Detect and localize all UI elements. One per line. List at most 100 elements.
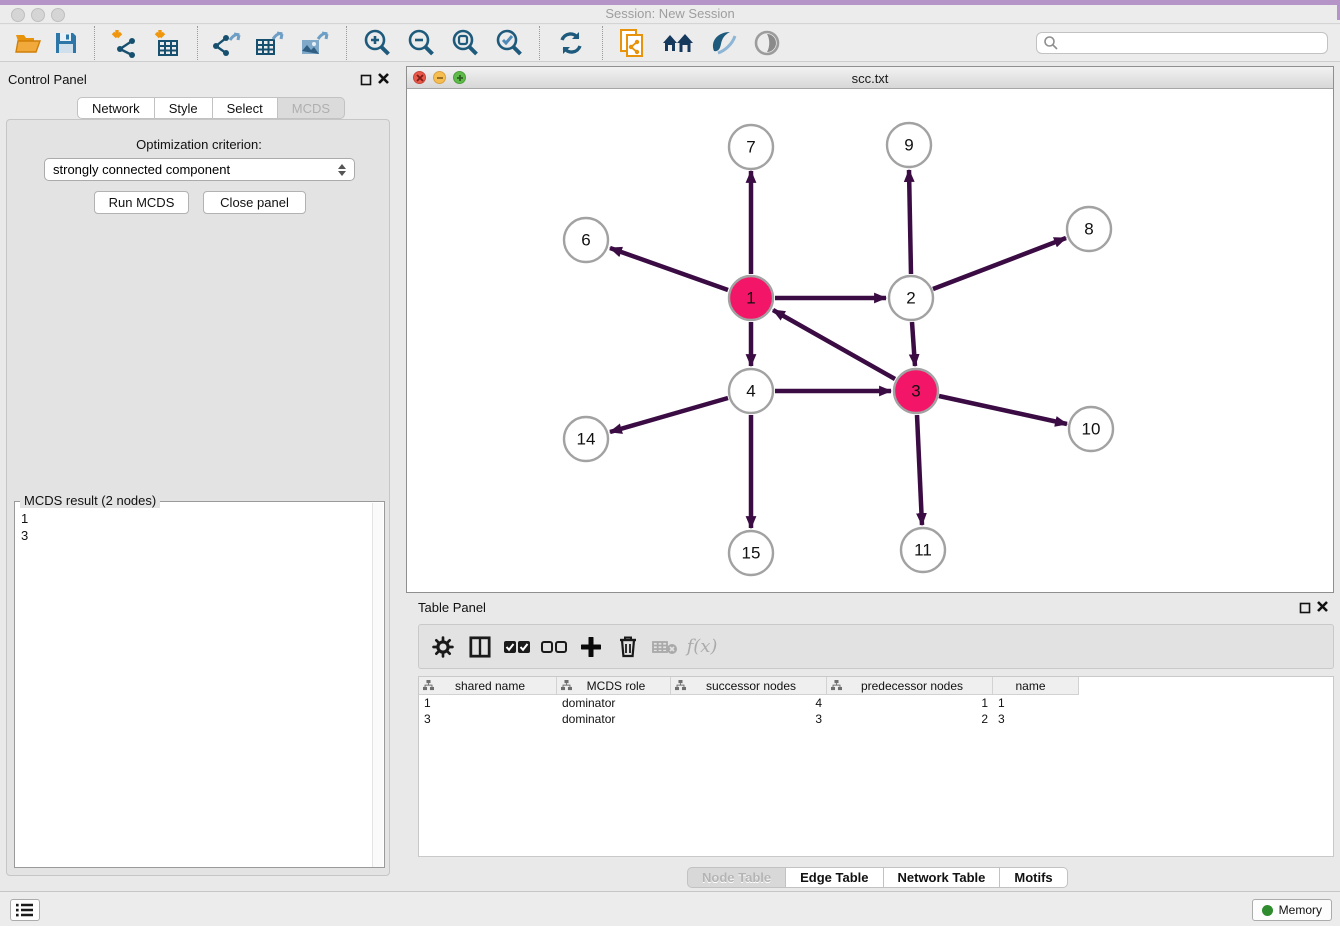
tab-style[interactable]: Style bbox=[155, 97, 213, 119]
style-brush-icon[interactable] bbox=[701, 28, 745, 58]
table-cell[interactable]: dominator bbox=[557, 695, 671, 711]
tab-edge-table[interactable]: Edge Table bbox=[786, 867, 883, 888]
select-stepper-icon bbox=[338, 164, 346, 176]
table-cell[interactable]: 3 bbox=[671, 711, 827, 727]
tab-mcds[interactable]: MCDS bbox=[278, 97, 345, 119]
edge-2-8[interactable] bbox=[933, 238, 1066, 289]
column-header-predecessor-nodes[interactable]: predecessor nodes bbox=[827, 677, 993, 695]
table-cell[interactable]: 1 bbox=[419, 695, 557, 711]
zoom-in-icon[interactable] bbox=[355, 28, 399, 58]
close-table-panel-icon[interactable] bbox=[1316, 600, 1330, 614]
import-network-icon[interactable] bbox=[103, 28, 145, 58]
close-panel-button[interactable]: Close panel bbox=[203, 191, 306, 214]
delete-column-icon[interactable] bbox=[651, 632, 679, 662]
table-cell[interactable]: 1 bbox=[827, 695, 993, 711]
tab-select[interactable]: Select bbox=[213, 97, 278, 119]
column-header-shared-name[interactable]: shared name bbox=[419, 677, 557, 695]
main-toolbar bbox=[0, 25, 1340, 62]
export-image-icon[interactable] bbox=[292, 28, 338, 58]
deselect-all-icon[interactable] bbox=[540, 632, 568, 662]
mcds-result-legend: MCDS result (2 nodes) bbox=[20, 493, 160, 508]
edge-3-11[interactable] bbox=[917, 415, 922, 525]
add-column-icon[interactable] bbox=[577, 632, 605, 662]
status-bar: Memory bbox=[0, 891, 1340, 926]
delete-row-icon[interactable] bbox=[614, 632, 642, 662]
table-cell[interactable]: 1 bbox=[993, 695, 1079, 711]
tab-network[interactable]: Network bbox=[77, 97, 155, 119]
graph-node-label: 8 bbox=[1084, 220, 1093, 239]
edge-2-3[interactable] bbox=[912, 322, 915, 366]
table-panel-tabs: Node Table Edge Table Network Table Moti… bbox=[687, 867, 1068, 888]
table-toolbar: f(x) bbox=[418, 624, 1334, 669]
toolbar-separator bbox=[346, 26, 347, 60]
tab-motifs[interactable]: Motifs bbox=[1000, 867, 1067, 888]
tab-node-table[interactable]: Node Table bbox=[687, 867, 786, 888]
table-row[interactable]: 3dominator323 bbox=[419, 711, 1333, 727]
select-all-icon[interactable] bbox=[503, 632, 531, 662]
result-scrollbar[interactable] bbox=[372, 503, 383, 867]
memory-button[interactable]: Memory bbox=[1252, 899, 1332, 921]
graph-node-label: 11 bbox=[914, 541, 932, 560]
table-cell[interactable]: 4 bbox=[671, 695, 827, 711]
control-panel-tabs: Network Style Select MCDS bbox=[77, 97, 345, 119]
network-graph[interactable]: 1234678910111415 bbox=[407, 89, 1333, 592]
search-input[interactable] bbox=[1059, 34, 1327, 52]
zoom-out-icon[interactable] bbox=[399, 28, 443, 58]
first-neighbors-icon[interactable] bbox=[655, 28, 701, 58]
network-window-title: scc.txt bbox=[407, 71, 1333, 86]
column-header-successor-nodes[interactable]: successor nodes bbox=[671, 677, 827, 695]
graph-node-label: 15 bbox=[742, 544, 761, 563]
function-builder-icon[interactable]: f(x) bbox=[688, 632, 716, 662]
open-session-icon[interactable] bbox=[10, 28, 46, 58]
graphics-details-icon[interactable] bbox=[745, 28, 789, 58]
graph-node-label: 7 bbox=[746, 138, 755, 157]
apply-layout-icon[interactable] bbox=[548, 28, 594, 58]
column-header-mcds-role[interactable]: MCDS role bbox=[557, 677, 671, 695]
edge-3-10[interactable] bbox=[939, 396, 1067, 424]
network-window-titlebar[interactable]: scc.txt bbox=[407, 67, 1333, 89]
table-cell[interactable]: 3 bbox=[993, 711, 1079, 727]
table-body: 1dominator4113dominator323 bbox=[419, 695, 1333, 727]
gear-icon[interactable] bbox=[429, 632, 457, 662]
graph-node-label: 6 bbox=[581, 231, 590, 250]
search-field[interactable] bbox=[1036, 32, 1328, 54]
export-network-icon[interactable] bbox=[206, 28, 248, 58]
float-table-panel-icon[interactable] bbox=[1299, 601, 1313, 615]
column-header-name[interactable]: name bbox=[993, 677, 1079, 695]
edge-4-14[interactable] bbox=[610, 398, 728, 432]
table-cell[interactable]: 2 bbox=[827, 711, 993, 727]
graph-node-label: 2 bbox=[906, 289, 915, 308]
task-history-button[interactable] bbox=[10, 899, 40, 921]
graph-node-label: 14 bbox=[577, 430, 596, 449]
export-table-icon[interactable] bbox=[248, 28, 292, 58]
zoom-selected-icon[interactable] bbox=[487, 28, 531, 58]
control-panel-title: Control Panel bbox=[8, 72, 87, 87]
run-mcds-button[interactable]: Run MCDS bbox=[94, 191, 189, 214]
graph-node-label: 3 bbox=[911, 382, 920, 401]
window-title: Session: New Session bbox=[0, 6, 1340, 21]
network-canvas[interactable]: 1234678910111415 bbox=[407, 89, 1333, 592]
table-panel-title: Table Panel bbox=[418, 600, 486, 615]
edge-1-6[interactable] bbox=[610, 248, 728, 290]
import-table-icon[interactable] bbox=[145, 28, 189, 58]
optimization-criterion-select[interactable]: strongly connected component bbox=[44, 158, 355, 181]
graph-node-label: 1 bbox=[746, 289, 755, 308]
mcds-result-box[interactable]: MCDS result (2 nodes) 1 3 bbox=[14, 501, 385, 868]
edge-2-9[interactable] bbox=[909, 170, 911, 274]
network-view-window: scc.txt 1234678910111415 bbox=[406, 66, 1334, 593]
table-header-row: shared name MCDS role successor nodes pr… bbox=[419, 677, 1333, 695]
tab-network-table[interactable]: Network Table bbox=[884, 867, 1001, 888]
memory-label: Memory bbox=[1279, 903, 1322, 917]
column-layout-icon[interactable] bbox=[466, 632, 494, 662]
zoom-fit-icon[interactable] bbox=[443, 28, 487, 58]
toolbar-separator bbox=[197, 26, 198, 60]
save-session-icon[interactable] bbox=[46, 28, 86, 58]
duplicate-network-icon[interactable] bbox=[611, 28, 655, 58]
close-panel-icon[interactable] bbox=[377, 72, 391, 86]
table-cell[interactable]: 3 bbox=[419, 711, 557, 727]
float-panel-icon[interactable] bbox=[360, 73, 374, 87]
mcds-result-text: 1 3 bbox=[21, 510, 28, 544]
table-row[interactable]: 1dominator411 bbox=[419, 695, 1333, 711]
table-cell[interactable]: dominator bbox=[557, 711, 671, 727]
edge-3-1[interactable] bbox=[773, 310, 895, 379]
